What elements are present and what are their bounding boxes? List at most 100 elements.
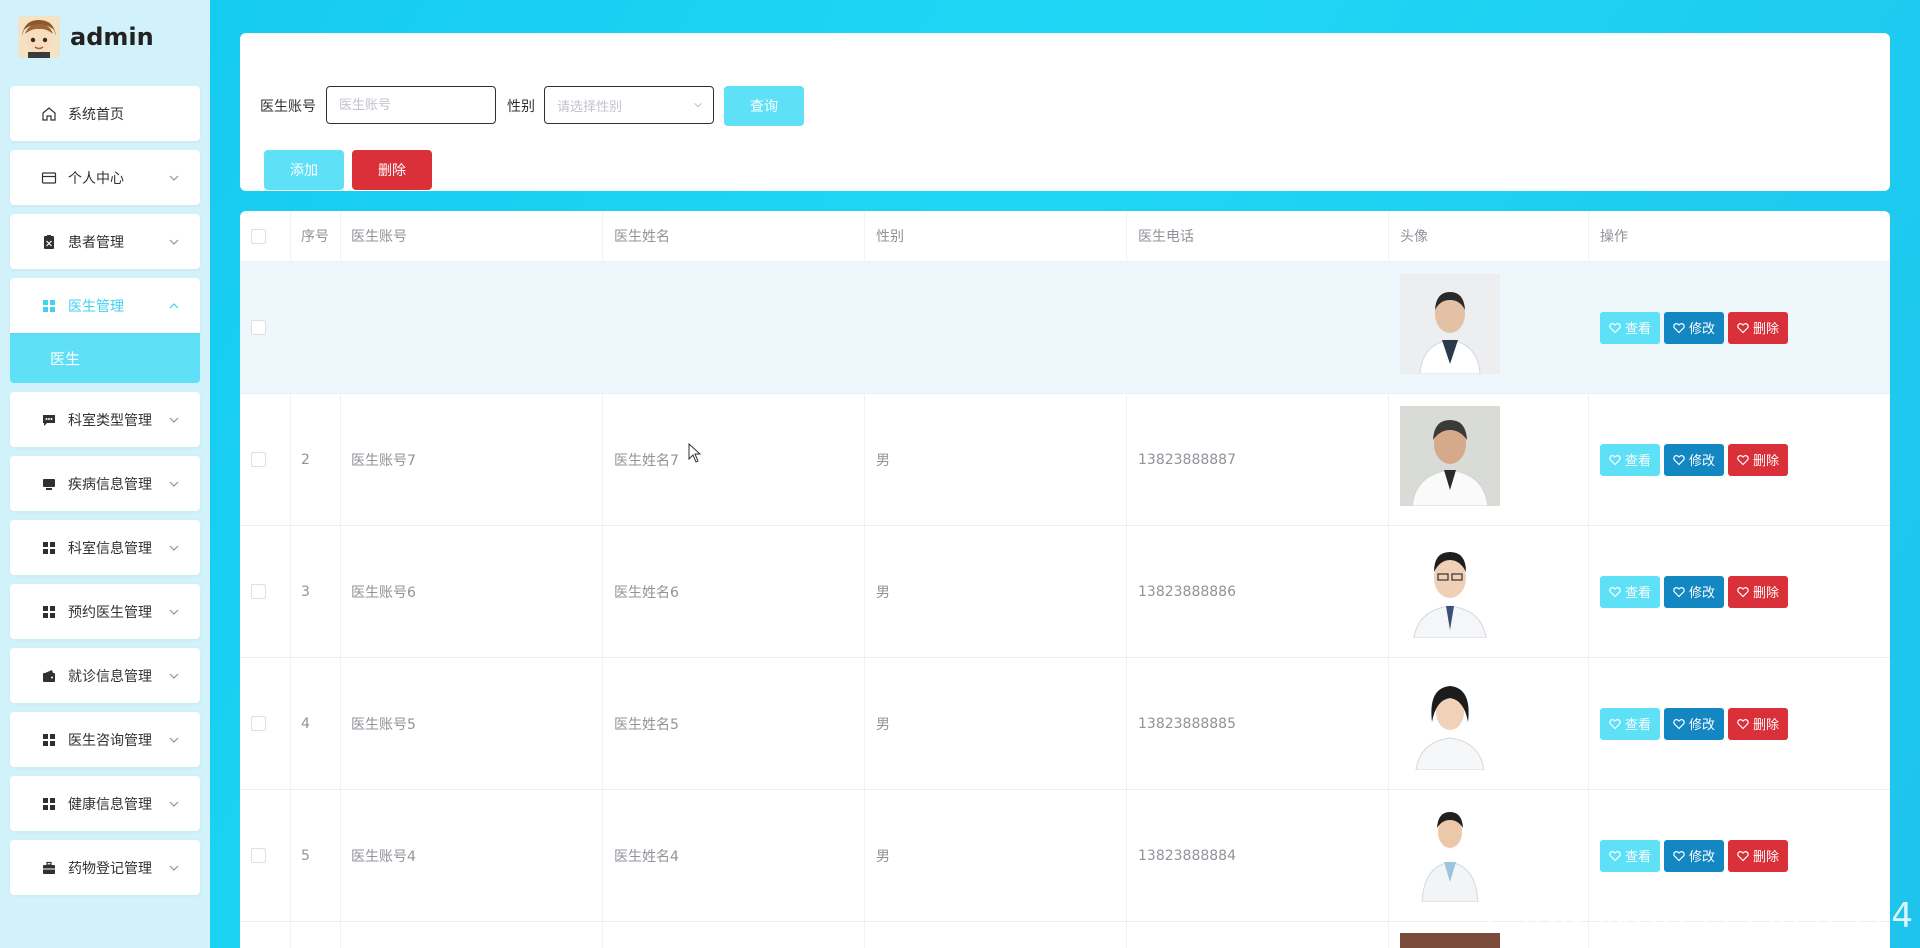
table-row[interactable]: 4 医生账号5 医生姓名5 男 13823888885 查看 修改 删除 (240, 658, 1890, 790)
sidebar-item-label: 医生管理 (68, 298, 124, 315)
delete-button-label: 删除 (1752, 718, 1779, 733)
row-index: 4 (301, 715, 310, 732)
table-row[interactable]: 1 医生账号8 医生姓名8 男 13823888888 查看 修改 删除 (240, 262, 1890, 394)
edit-button[interactable]: 修改 (1664, 707, 1724, 740)
edit-button-label: 修改 (1688, 586, 1715, 601)
view-button[interactable]: 查看 (1600, 575, 1660, 608)
row-gender: 男 (876, 320, 890, 337)
chevron-down-icon (169, 737, 179, 743)
account-input[interactable] (326, 86, 496, 124)
column-header: 头像 (1400, 229, 1428, 245)
table-header: 序号 医生账号 医生姓名 性别 医生电话 头像 操作 (240, 211, 1890, 262)
sidebar-item-health-info[interactable]: 健康信息管理 (10, 776, 200, 831)
column-header: 医生账号 (351, 229, 407, 245)
delete-button[interactable]: 删除 (1728, 311, 1788, 344)
row-name: 医生姓名4 (614, 848, 679, 865)
select-all-checkbox[interactable] (251, 211, 266, 261)
account-label: 医生账号 (260, 99, 316, 115)
sidebar-item-visit-info[interactable]: 就诊信息管理 (10, 648, 200, 703)
sidebar-item-label: 科室信息管理 (68, 540, 152, 557)
chevron-down-icon (169, 801, 179, 807)
column-header: 性别 (876, 229, 904, 245)
user-avatar[interactable] (18, 16, 60, 58)
view-button[interactable]: 查看 (1600, 839, 1660, 872)
sidebar-item-home[interactable]: 系统首页 (10, 86, 200, 141)
sidebar-item-disease-info[interactable]: 疾病信息管理 (10, 456, 200, 511)
delete-button[interactable]: 删除 (1728, 707, 1788, 740)
sidebar-item-label: 系统首页 (68, 106, 124, 123)
gender-select[interactable]: 请选择性别 (544, 86, 714, 124)
delete-button[interactable]: 删除 (1728, 839, 1788, 872)
heart-icon (1609, 718, 1621, 729)
add-button[interactable]: 添加 (264, 150, 344, 190)
row-account: 医生账号4 (351, 848, 416, 865)
sidebar-item-label: 科室类型管理 (68, 412, 152, 429)
row-gender: 男 (876, 584, 890, 601)
search-button[interactable]: 查询 (724, 86, 804, 126)
chat-icon (40, 411, 58, 429)
delete-button[interactable]: 删除 (1728, 443, 1788, 476)
row-actions: 查看 修改 删除 (1600, 526, 1792, 657)
sidebar-item-personal-center[interactable]: 个人中心 (10, 150, 200, 205)
sidebar-item-patient-management[interactable]: 患者管理 (10, 214, 200, 269)
view-button[interactable]: 查看 (1600, 443, 1660, 476)
batch-delete-button[interactable]: 删除 (352, 150, 432, 190)
heart-icon (1737, 850, 1749, 861)
heart-icon (1737, 586, 1749, 597)
row-index: 2 (301, 451, 310, 468)
edit-button[interactable]: 修改 (1664, 575, 1724, 608)
grid-icon (40, 539, 58, 557)
row-index: 1 (301, 319, 310, 336)
edit-button-label: 修改 (1688, 322, 1715, 337)
table-row[interactable]: 3 医生账号6 医生姓名6 男 13823888886 查看 修改 删除 (240, 526, 1890, 658)
chevron-down-icon (169, 417, 179, 423)
card-icon (40, 169, 58, 187)
row-phone: 13823888887 (1138, 451, 1236, 468)
filter-panel: 医生账号 性别 请选择性别 查询 添加 删除 (240, 33, 1890, 191)
row-checkbox[interactable] (251, 262, 266, 393)
row-gender: 男 (876, 452, 890, 469)
sidebar-item-doctor-consult[interactable]: 医生咨询管理 (10, 712, 200, 767)
view-button-label: 查看 (1624, 586, 1651, 601)
view-button[interactable]: 查看 (1600, 707, 1660, 740)
column-header: 医生电话 (1138, 229, 1194, 245)
grid-icon (40, 731, 58, 749)
sidebar-item-department-type[interactable]: 科室类型管理 (10, 392, 200, 447)
heart-icon (1609, 586, 1621, 597)
edit-button-label: 修改 (1688, 718, 1715, 733)
chevron-down-icon (169, 865, 179, 871)
gender-label: 性别 (507, 99, 535, 115)
view-button[interactable]: 查看 (1600, 311, 1660, 344)
sidebar-subitem-doctor[interactable]: 医生 (10, 333, 200, 383)
sidebar-item-drug-registration[interactable]: 药物登记管理 (10, 840, 200, 895)
row-index: 3 (301, 583, 310, 600)
edit-button[interactable]: 修改 (1664, 839, 1724, 872)
sidebar-item-appointment[interactable]: 预约医生管理 (10, 584, 200, 639)
delete-button[interactable]: 删除 (1728, 575, 1788, 608)
heart-icon (1673, 454, 1685, 465)
row-checkbox[interactable] (251, 658, 266, 789)
heart-icon (1609, 850, 1621, 861)
row-avatar (1400, 802, 1500, 902)
heart-icon (1609, 322, 1621, 333)
watermark: CSDN @QQ3359892174 (1484, 896, 1914, 936)
table-row[interactable]: 2 医生账号7 医生姓名7 男 13823888887 查看 修改 删除 (240, 394, 1890, 526)
chevron-down-icon (169, 175, 179, 181)
heart-icon (1673, 718, 1685, 729)
row-checkbox[interactable] (251, 526, 266, 657)
row-actions: 查看 修改 删除 (1600, 658, 1792, 789)
row-name: 医生姓名5 (614, 716, 679, 733)
edit-button[interactable]: 修改 (1664, 311, 1724, 344)
wallet-icon (40, 667, 58, 685)
row-checkbox[interactable] (251, 790, 266, 921)
row-account: 医生账号6 (351, 584, 416, 601)
sidebar-item-department-info[interactable]: 科室信息管理 (10, 520, 200, 575)
row-checkbox[interactable] (251, 394, 266, 525)
delete-button-label: 删除 (1752, 322, 1779, 337)
row-gender: 男 (876, 716, 890, 733)
home-icon (40, 105, 58, 123)
sidebar-item-doctor-management[interactable]: 医生管理 (10, 278, 200, 333)
edit-button[interactable]: 修改 (1664, 443, 1724, 476)
edit-button-label: 修改 (1688, 454, 1715, 469)
sidebar-item-label: 患者管理 (68, 234, 124, 251)
